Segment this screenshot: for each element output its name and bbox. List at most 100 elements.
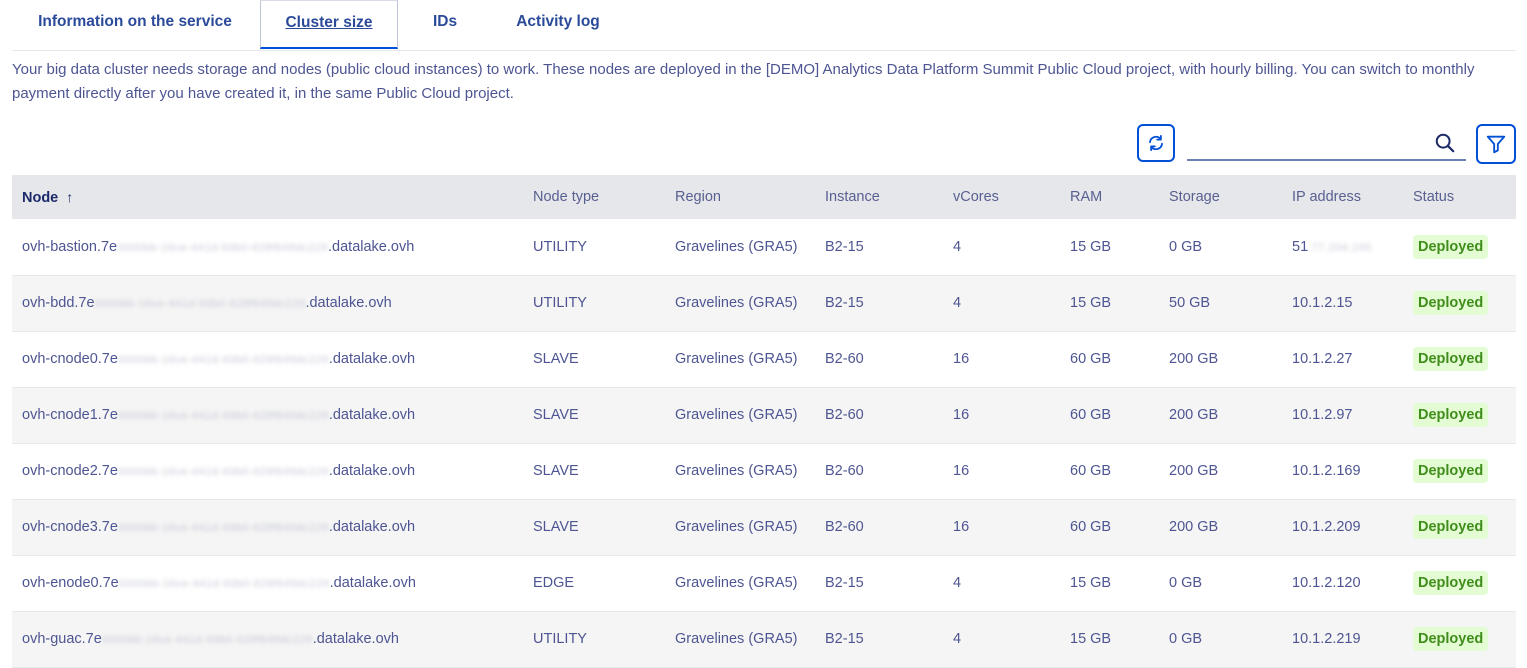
search-field[interactable]: [1187, 126, 1466, 161]
node-instance: B2-15: [825, 575, 864, 591]
table-row: ovh-cnode3.7e0000bb-16ce-441d-93b0-628f6…: [12, 499, 1516, 555]
node-ram: 15 GB: [1070, 575, 1112, 591]
table-header: Node ↑ Node type Region Instance vCores R…: [12, 175, 1516, 219]
node-name-suffix: .datalake.ovh: [328, 519, 416, 535]
node-ip-address: 10.1.2.169: [1282, 443, 1403, 499]
filter-button[interactable]: [1476, 124, 1516, 164]
node-type: SLAVE: [533, 463, 579, 479]
node-name-suffix: .datalake.ovh: [328, 351, 416, 367]
node-region: Gravelines (GRA5): [675, 295, 798, 311]
node-region: Gravelines (GRA5): [675, 351, 798, 367]
node-ram: 15 GB: [1070, 295, 1112, 311]
node-ip-address: 10.1.2.15: [1282, 275, 1403, 331]
intro-text: Your big data cluster needs storage and …: [12, 61, 1475, 102]
node-instance: B2-60: [825, 519, 864, 535]
table-row: ovh-enode0.7e0000bb-16ce-441d-93b0-628f6…: [12, 555, 1516, 611]
node-name-masked: 0000bb-16ce-441d-93b0-628f649dc229: [117, 241, 329, 254]
node-status: Deployed: [1403, 275, 1516, 331]
node-name: ovh-cnode1.7e0000bb-16ce-441d-93b0-628f6…: [12, 387, 523, 443]
node-name-masked: 0000bb-16ce-441d-93b0-628f649dc229: [101, 634, 313, 646]
column-header-storage: Storage: [1169, 189, 1220, 205]
node-name-suffix: .datalake.ovh: [329, 575, 416, 591]
node-status: Deployed: [1403, 387, 1516, 443]
ip-visible: 51: [1292, 238, 1309, 255]
node-name-prefix: ovh-cnode2.7e: [22, 463, 118, 479]
node-name: ovh-bdd.7e0000bb-16ce-441d-93b0-628f649d…: [12, 275, 523, 331]
table-row: ovh-cnode1.7e0000bb-16ce-441d-93b0-628f6…: [12, 387, 1516, 443]
node-vcores: 4: [953, 575, 962, 591]
node-type: SLAVE: [533, 407, 579, 423]
node-vcores: 16: [953, 463, 970, 479]
node-name: ovh-guac.7e0000bb-16ce-441d-93b0-628f649…: [12, 611, 523, 667]
tab-cluster-size[interactable]: Cluster size: [260, 0, 398, 49]
node-ram: 60 GB: [1070, 407, 1112, 423]
status-badge: Deployed: [1413, 627, 1489, 651]
column-header-vcores: vCores: [953, 189, 999, 205]
node-ip-address: 10.1.2.120: [1282, 555, 1403, 611]
node-status: Deployed: [1403, 611, 1516, 667]
column-header-status: Status: [1413, 189, 1455, 205]
search-icon[interactable]: [1434, 132, 1456, 159]
nodes-table: Node ↑ Node type Region Instance vCores R…: [12, 175, 1516, 668]
node-status: Deployed: [1403, 331, 1516, 387]
node-vcores: 16: [953, 519, 970, 535]
node-storage: 0 GB: [1169, 575, 1203, 591]
node-name-prefix: ovh-guac.7e: [22, 631, 102, 647]
node-instance: B2-15: [825, 295, 864, 311]
node-name-suffix: .datalake.ovh: [328, 463, 416, 479]
node-ram: 60 GB: [1070, 351, 1112, 367]
search-input[interactable]: [1187, 126, 1431, 160]
column-header-region: Region: [675, 189, 721, 205]
node-ip-address: 10.1.2.97: [1282, 387, 1403, 443]
tab-ids[interactable]: IDs: [420, 0, 470, 48]
node-storage: 200 GB: [1169, 351, 1219, 367]
node-ram: 15 GB: [1070, 631, 1112, 647]
table-row: ovh-bdd.7e0000bb-16ce-441d-93b0-628f649d…: [12, 275, 1516, 331]
node-name: ovh-cnode0.7e0000bb-16ce-441d-93b0-628f6…: [12, 331, 523, 387]
node-name-masked: 0000bb-16ce-441d-93b0-628f649dc229: [117, 354, 329, 366]
ip-visible: 10.1.2.27: [1292, 351, 1353, 367]
column-header-node[interactable]: Node ↑: [12, 175, 523, 219]
tab-information[interactable]: Information on the service: [28, 0, 242, 48]
status-badge: Deployed: [1413, 459, 1489, 483]
node-name: ovh-cnode2.7e0000bb-16ce-441d-93b0-628f6…: [12, 443, 523, 499]
node-instance: B2-60: [825, 463, 864, 479]
node-name-masked: 0000bb-16ce-441d-93b0-628f649dc229: [118, 578, 330, 590]
tab-activity-log[interactable]: Activity log: [508, 0, 608, 48]
node-name-prefix: ovh-cnode3.7e: [22, 519, 118, 535]
node-storage: 0 GB: [1169, 238, 1203, 255]
node-name-masked: 0000bb-16ce-441d-93b0-628f649dc229: [117, 466, 329, 478]
node-name: ovh-bastion.7e0000bb-16ce-441d-93b0-628f…: [12, 219, 523, 275]
node-type: SLAVE: [533, 351, 579, 367]
node-ip-address: 10.1.2.209: [1282, 499, 1403, 555]
node-name-prefix: ovh-bdd.7e: [22, 295, 95, 311]
node-type: UTILITY: [533, 295, 587, 311]
node-name-suffix: .datalake.ovh: [328, 407, 416, 423]
sort-ascending-icon[interactable]: ↑: [66, 189, 73, 205]
refresh-button[interactable]: [1137, 124, 1175, 162]
table-row: ovh-cnode2.7e0000bb-16ce-441d-93b0-628f6…: [12, 443, 1516, 499]
node-region: Gravelines (GRA5): [675, 407, 798, 423]
node-storage: 0 GB: [1169, 631, 1203, 647]
node-vcores: 16: [953, 407, 970, 423]
node-type: EDGE: [533, 575, 575, 591]
node-name-prefix: ovh-cnode0.7e: [22, 351, 118, 367]
node-type: UTILITY: [533, 238, 587, 255]
node-instance: B2-15: [825, 631, 864, 647]
table-row: ovh-cnode0.7e0000bb-16ce-441d-93b0-628f6…: [12, 331, 1516, 387]
node-name-suffix: .datalake.ovh: [312, 631, 399, 647]
node-vcores: 16: [953, 351, 970, 367]
node-instance: B2-60: [825, 351, 864, 367]
node-storage: 200 GB: [1169, 519, 1219, 535]
status-badge: Deployed: [1413, 571, 1489, 595]
node-ram: 60 GB: [1070, 519, 1112, 535]
node-type: SLAVE: [533, 519, 579, 535]
node-region: Gravelines (GRA5): [675, 238, 798, 255]
ip-masked: .77.204.245: [1308, 241, 1372, 254]
column-header-ram: RAM: [1070, 189, 1103, 205]
status-badge: Deployed: [1413, 403, 1489, 427]
node-status: Deployed: [1403, 219, 1516, 275]
status-badge: Deployed: [1413, 291, 1489, 315]
node-ip-address: 10.1.2.27: [1282, 331, 1403, 387]
ip-visible: 10.1.2.97: [1292, 407, 1353, 423]
